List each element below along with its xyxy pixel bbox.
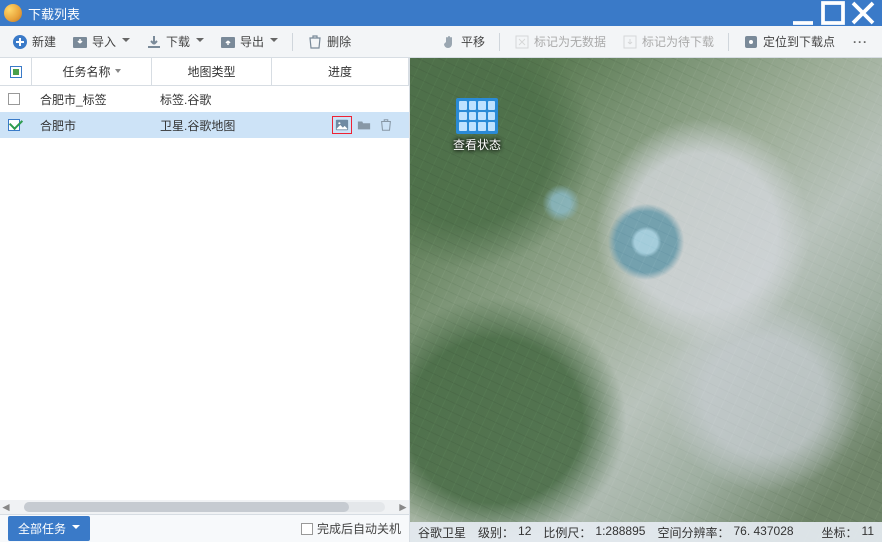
plus-circle-icon	[12, 34, 28, 50]
mark-pending-button[interactable]: 标记为待下载	[616, 30, 720, 54]
scroll-left-arrow[interactable]: ◄	[0, 500, 12, 514]
hand-icon	[441, 34, 457, 50]
mark-nodata-button[interactable]: 标记为无数据	[508, 30, 612, 54]
map-pane[interactable]: 查看状态 谷歌卫星 级别：12 比例尺：1:288895 空间分辨率：76. 4…	[410, 58, 882, 542]
status-level: 级别：12	[478, 524, 531, 541]
status-scale: 比例尺：1:288895	[543, 524, 645, 541]
row-checkbox[interactable]	[8, 93, 20, 105]
toolbar-separator	[292, 33, 293, 51]
task-type: 卫星.谷歌地图	[160, 117, 235, 134]
pan-button[interactable]: 平移	[435, 30, 491, 54]
row-delete-button[interactable]	[377, 117, 395, 133]
toolbar-separator	[728, 33, 729, 51]
task-type: 标签.谷歌	[160, 91, 211, 108]
chevron-down-icon	[270, 38, 278, 46]
status-source: 谷歌卫星	[418, 524, 466, 541]
chevron-down-icon	[72, 525, 80, 533]
task-name: 合肥市	[40, 117, 76, 134]
export-icon	[220, 34, 236, 50]
task-list-pane: 任务名称 地图类型 进度 合肥市_标签 标签.谷歌 合肥市 卫星.谷歌地图	[0, 58, 410, 542]
task-rows: 合肥市_标签 标签.谷歌 合肥市 卫星.谷歌地图	[0, 86, 409, 500]
view-status-button[interactable]: 查看状态	[450, 98, 504, 153]
close-button[interactable]	[848, 2, 878, 24]
chevron-down-icon	[122, 38, 130, 46]
task-footer: 全部任务 完成后自动关机	[0, 514, 409, 542]
download-icon	[146, 34, 162, 50]
table-row[interactable]: 合肥市_标签 标签.谷歌	[0, 86, 409, 112]
download-list-window: 下载列表 新建 导入 下载 导出 删除	[0, 0, 882, 542]
auto-shutdown-checkbox[interactable]	[301, 523, 313, 535]
scroll-right-arrow[interactable]: ►	[397, 500, 409, 514]
auto-shutdown-toggle[interactable]: 完成后自动关机	[301, 520, 401, 537]
new-button[interactable]: 新建	[6, 30, 62, 54]
horizontal-scrollbar[interactable]: ◄ ►	[0, 500, 409, 514]
tile-grid-icon	[456, 98, 498, 134]
col-header-type[interactable]: 地图类型	[187, 63, 235, 80]
chevron-down-icon	[115, 69, 121, 75]
square-down-icon	[622, 34, 638, 50]
scrollbar-thumb[interactable]	[24, 502, 349, 512]
toolbar: 新建 导入 下载 导出 删除 平移	[0, 26, 882, 58]
map-status-bar: 谷歌卫星 级别：12 比例尺：1:288895 空间分辨率：76. 437028…	[410, 522, 882, 542]
app-logo-icon	[4, 4, 22, 22]
chevron-down-icon	[196, 38, 204, 46]
toolbar-separator	[499, 33, 500, 51]
all-tasks-button[interactable]: 全部任务	[8, 516, 90, 541]
col-header-progress[interactable]: 进度	[328, 63, 352, 80]
download-button[interactable]: 下载	[140, 30, 210, 54]
window-title: 下载列表	[28, 4, 80, 23]
maximize-button[interactable]	[818, 2, 848, 24]
open-folder-button[interactable]	[355, 117, 373, 133]
more-button[interactable]: ···	[845, 35, 876, 49]
task-name: 合肥市_标签	[40, 91, 107, 108]
row-checkbox[interactable]	[8, 119, 20, 131]
status-resolution: 空间分辨率：76. 437028	[657, 524, 793, 541]
import-icon	[72, 34, 88, 50]
minimize-button[interactable]	[788, 2, 818, 24]
locate-icon	[743, 34, 759, 50]
task-table-header: 任务名称 地图类型 进度	[0, 58, 409, 86]
title-bar: 下载列表	[0, 0, 882, 26]
table-row[interactable]: 合肥市 卫星.谷歌地图	[0, 112, 409, 138]
square-no-icon	[514, 34, 530, 50]
select-all-checkbox[interactable]	[10, 66, 22, 78]
trash-icon	[307, 34, 323, 50]
status-coord: 坐标：11	[822, 524, 874, 541]
export-button[interactable]: 导出	[214, 30, 284, 54]
preview-image-button[interactable]	[333, 117, 351, 133]
import-button[interactable]: 导入	[66, 30, 136, 54]
locate-button[interactable]: 定位到下载点	[737, 30, 841, 54]
delete-button[interactable]: 删除	[301, 30, 357, 54]
col-header-name[interactable]: 任务名称	[62, 63, 110, 80]
